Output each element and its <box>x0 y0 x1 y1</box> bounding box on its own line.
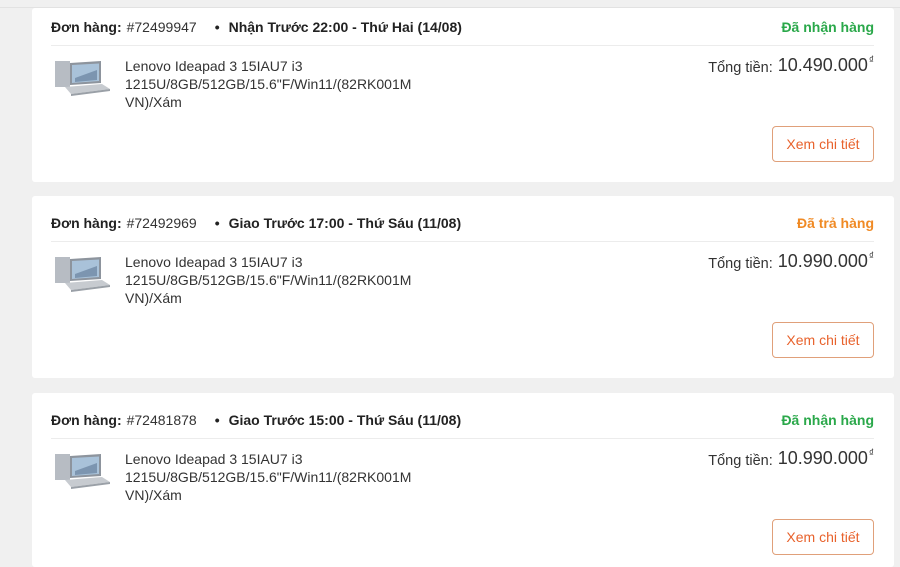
delivery-info: Nhận Trước 22:00 - Thứ Hai (14/08) <box>228 18 462 35</box>
order-header: Đơn hàng: #72481878 • Giao Trước 15:00 -… <box>51 401 874 439</box>
order-status: Đã nhận hàng <box>781 411 874 428</box>
order-code: #72481878 <box>126 411 197 428</box>
currency-symbol: ₫ <box>868 251 874 262</box>
product-name[interactable]: Lenovo Ideapad 3 15IAU7 i3 1215U/8GB/512… <box>125 57 425 111</box>
order-label: Đơn hàng: <box>51 18 122 35</box>
view-details-button[interactable]: Xem chi tiết <box>772 519 874 555</box>
currency-symbol: ₫ <box>868 448 874 459</box>
currency-symbol: ₫ <box>868 55 874 66</box>
total-amount: 10.990.000 <box>777 448 868 468</box>
order-label: Đơn hàng: <box>51 411 122 428</box>
total-label: Tổng tiền: <box>708 60 773 76</box>
order-card: Đơn hàng: #72492969 • Giao Trước 17:00 -… <box>32 196 894 378</box>
order-header: Đơn hàng: #72499947 • Nhận Trước 22:00 -… <box>51 8 874 46</box>
laptop-thumbnail-icon[interactable] <box>53 451 113 491</box>
laptop-thumbnail-icon[interactable] <box>53 254 113 294</box>
product-name[interactable]: Lenovo Ideapad 3 15IAU7 i3 1215U/8GB/512… <box>125 450 425 504</box>
order-card: Đơn hàng: #72499947 • Nhận Trước 22:00 -… <box>32 8 894 182</box>
laptop-thumbnail-icon[interactable] <box>53 58 113 98</box>
order-total: Tổng tiền: 10.990.000 ₫ <box>708 250 874 272</box>
bullet-separator: • <box>214 411 220 428</box>
order-code: #72499947 <box>126 18 197 35</box>
total-label: Tổng tiền: <box>708 453 773 469</box>
total-label: Tổng tiền: <box>708 256 773 272</box>
order-total: Tổng tiền: 10.990.000 ₫ <box>708 447 874 469</box>
delivery-info: Giao Trước 15:00 - Thứ Sáu (11/08) <box>228 411 462 428</box>
total-amount: 10.490.000 <box>777 55 868 75</box>
order-status: Đã nhận hàng <box>781 18 874 35</box>
order-total: Tổng tiền: 10.490.000 ₫ <box>708 54 874 76</box>
bullet-separator: • <box>214 18 220 35</box>
delivery-info: Giao Trước 17:00 - Thứ Sáu (11/08) <box>228 214 462 231</box>
bullet-separator: • <box>214 214 220 231</box>
view-details-button[interactable]: Xem chi tiết <box>772 322 874 358</box>
order-header: Đơn hàng: #72492969 • Giao Trước 17:00 -… <box>51 204 874 242</box>
view-details-button[interactable]: Xem chi tiết <box>772 126 874 162</box>
order-status: Đã trả hàng <box>796 214 874 231</box>
total-amount: 10.990.000 <box>777 251 868 271</box>
order-code: #72492969 <box>126 214 197 231</box>
order-label: Đơn hàng: <box>51 214 122 231</box>
product-name[interactable]: Lenovo Ideapad 3 15IAU7 i3 1215U/8GB/512… <box>125 253 425 307</box>
order-card: Đơn hàng: #72481878 • Giao Trước 15:00 -… <box>32 393 894 567</box>
